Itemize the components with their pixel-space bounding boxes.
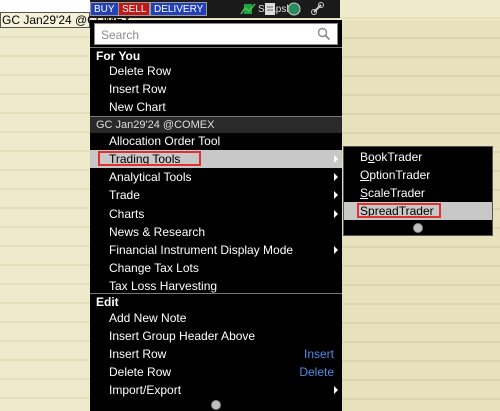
menu-item-label: Financial Instrument Display Mode [109, 243, 294, 257]
menu-item-label: Charts [109, 207, 145, 221]
menu-item-label: Insert Row [109, 82, 167, 96]
menu-item-label: Tax Loss Harvesting [109, 279, 218, 293]
menu-item-trade[interactable]: Trade [90, 186, 342, 204]
chevron-right-icon [334, 246, 338, 254]
search-input[interactable] [99, 25, 313, 45]
section-header-instrument: GC Jan29'24 @COMEX [90, 116, 342, 133]
menu-item-delete-row[interactable]: Delete Row Delete [90, 363, 342, 381]
menu-item-display-mode[interactable]: Financial Instrument Display Mode [90, 241, 342, 259]
menu-item-analytical-tools[interactable]: Analytical Tools [90, 168, 342, 186]
submenu-label-mnemonic: o [368, 150, 375, 164]
menu-item-label: Trade [109, 188, 140, 202]
submenu-item-spreadtrader[interactable]: SpreadTrader [344, 202, 492, 220]
chevron-right-icon [334, 191, 338, 199]
submenu-label-post: caleTrader [368, 186, 425, 200]
chevron-right-icon [334, 386, 338, 394]
buy-button[interactable]: BUY [90, 2, 119, 16]
menu-item-insert-group-header[interactable]: Insert Group Header Above [90, 327, 342, 345]
menu-item-label: Delete Row [109, 365, 172, 379]
chevron-right-icon [334, 173, 338, 181]
trading-tools-submenu: BookTrader OptionTrader ScaleTrader Spre… [343, 146, 493, 236]
chart-icon[interactable] [240, 1, 256, 17]
menu-item-label: Insert Row [109, 347, 167, 361]
menu-item-label: Add New Note [109, 311, 187, 325]
menu-item-label: Analytical Tools [109, 170, 192, 184]
submenu-label-mnemonic: S [360, 186, 369, 200]
menu-item-news-research[interactable]: News & Research [90, 223, 342, 241]
delivery-button[interactable]: DELIVERY [150, 2, 208, 16]
menu-item-change-tax-lots[interactable]: Change Tax Lots [90, 259, 342, 277]
menu-item-import-export[interactable]: Import/Export [90, 381, 342, 399]
menu-item-label: Insert Group Header Above [109, 329, 256, 343]
menu-item-label: New Chart [109, 100, 166, 114]
menu-item-label: Delete Row [109, 64, 172, 78]
submenu-item-scaletrader[interactable]: ScaleTrader [344, 184, 492, 202]
callout-box [98, 151, 201, 166]
submenu-label-mnemonic: O [360, 168, 370, 182]
menu-item-label: Allocation Order Tool [109, 134, 221, 148]
submenu-label-pre: B [360, 150, 369, 164]
menu-item-trading-tools[interactable]: Trading Tools [90, 150, 342, 168]
menu-item-add-new-note[interactable]: Add New Note [90, 309, 342, 327]
submenu-label-post: okTrader [374, 150, 423, 164]
chevron-right-icon [334, 155, 338, 163]
document-icon[interactable] [262, 1, 278, 17]
scroll-more-icon[interactable] [413, 223, 423, 233]
scroll-more-icon[interactable] [211, 400, 221, 410]
menu-item-allocation-order-tool[interactable]: Allocation Order Tool [90, 132, 342, 150]
menu-item-label: News & Research [109, 225, 206, 239]
menu-item-charts[interactable]: Charts [90, 205, 342, 223]
submenu-label-post: ptionTrader [369, 168, 431, 182]
shortcut-label: Delete [299, 365, 334, 379]
menu-item-new-chart[interactable]: New Chart [90, 98, 342, 116]
menu-item-delete-row-foryou[interactable]: Delete Row [90, 62, 342, 80]
menu-item-label: Import/Export [109, 383, 182, 397]
sell-button[interactable]: SELL [118, 2, 151, 16]
link-icon[interactable] [310, 1, 326, 17]
submenu-item-booktrader[interactable]: BookTrader [344, 148, 492, 166]
shortcut-label: Insert [303, 347, 334, 361]
section-header-for-you: For You [90, 47, 342, 63]
section-header-edit: Edit [90, 293, 342, 309]
search-icon [317, 27, 331, 41]
menu-item-label: Change Tax Lots [109, 261, 199, 275]
search-field[interactable] [94, 23, 338, 45]
callout-box [357, 203, 441, 218]
menu-item-insert-row-foryou[interactable]: Insert Row [90, 80, 342, 98]
chevron-right-icon [334, 210, 338, 218]
menu-item-insert-row[interactable]: Insert Row Insert [90, 345, 342, 363]
context-menu: For You Delete Row Insert Row New Chart … [90, 20, 342, 411]
submenu-item-optiontrader[interactable]: OptionTrader [344, 166, 492, 184]
globe-icon[interactable] [286, 1, 302, 17]
order-toolbar: BUY SELL DELIVERY Snapshot [90, 0, 340, 18]
